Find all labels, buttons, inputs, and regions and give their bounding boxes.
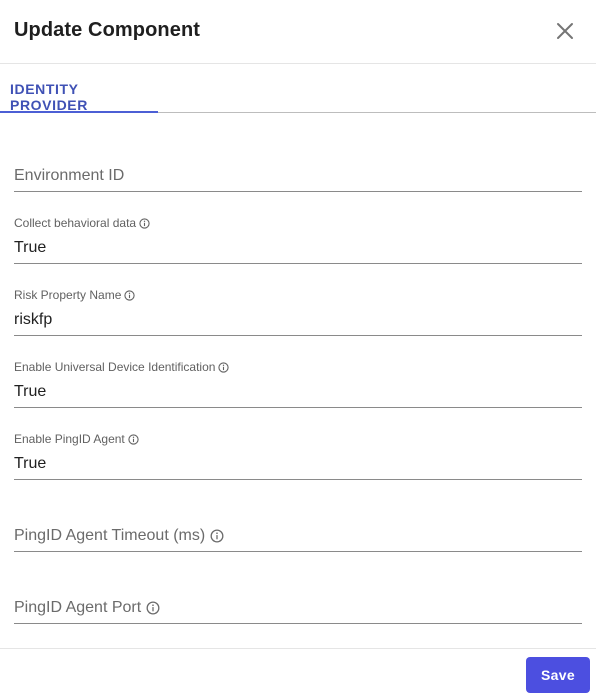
field-underline [14, 623, 582, 624]
info-icon[interactable] [139, 217, 150, 229]
tab-identity-provider[interactable]: IDENTITY PROVIDER [0, 64, 158, 113]
update-component-dialog: Update Component IDENTITY PROVIDER Envir… [0, 0, 596, 699]
info-icon[interactable] [218, 361, 230, 373]
enable-universal-device-identification-field[interactable]: Enable Universal Device Identification T… [14, 360, 582, 408]
enable-universal-device-identification-value: True [14, 383, 47, 400]
risk-property-name-label: Risk Property Name [14, 288, 136, 302]
dialog-header: Update Component [0, 0, 596, 64]
enable-pingid-agent-field[interactable]: Enable PingID Agent True [14, 432, 582, 480]
info-icon[interactable] [128, 433, 139, 445]
enable-pingid-agent-value: True [14, 455, 47, 472]
dialog-title: Update Component [14, 19, 201, 41]
environment-id-label: Environment ID [14, 167, 125, 184]
pingid-agent-timeout-field[interactable]: PingID Agent Timeout (ms) [14, 504, 582, 552]
field-underline [14, 551, 582, 552]
save-button[interactable]: Save [526, 657, 590, 693]
tab-label: IDENTITY PROVIDER [10, 81, 88, 113]
pingid-agent-port-label: PingID Agent Port [14, 599, 160, 617]
tab-bar: IDENTITY PROVIDER [0, 64, 596, 113]
pingid-agent-port-field[interactable]: PingID Agent Port [14, 576, 582, 624]
dialog-footer: Save [0, 648, 596, 699]
field-underline [14, 479, 582, 480]
collect-behavioral-data-field[interactable]: Collect behavioral data True [14, 216, 582, 264]
field-underline [14, 191, 582, 192]
field-underline [14, 407, 582, 408]
field-underline [14, 263, 582, 264]
collect-behavioral-data-value: True [14, 239, 47, 256]
active-tab-indicator [0, 111, 158, 113]
risk-property-name-field[interactable]: Risk Property Name riskfp [14, 288, 582, 336]
field-underline [14, 335, 582, 336]
info-icon[interactable] [210, 529, 224, 543]
risk-property-name-value: riskfp [14, 311, 53, 328]
enable-universal-device-identification-label: Enable Universal Device Identification [14, 360, 230, 374]
info-icon[interactable] [124, 289, 136, 301]
enable-pingid-agent-label: Enable PingID Agent [14, 432, 139, 446]
collect-behavioral-data-label: Collect behavioral data [14, 216, 150, 230]
info-icon[interactable] [146, 601, 160, 615]
environment-id-field[interactable]: Environment ID [14, 144, 582, 192]
close-icon[interactable] [554, 20, 576, 42]
pingid-agent-timeout-label: PingID Agent Timeout (ms) [14, 527, 224, 545]
